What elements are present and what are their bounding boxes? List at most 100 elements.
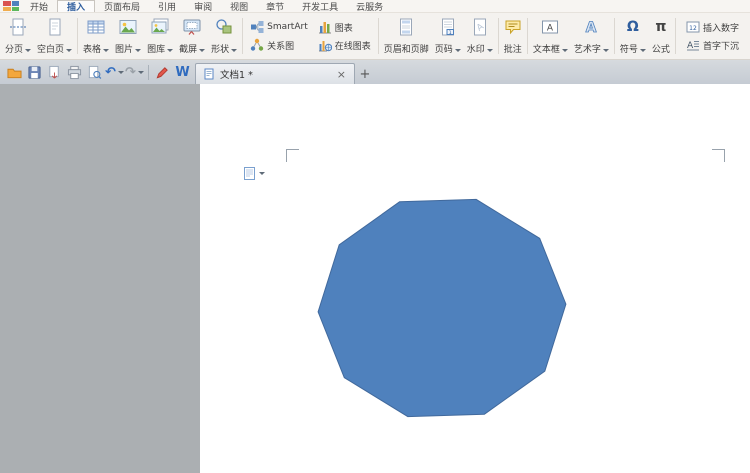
print-button[interactable] [65, 63, 84, 82]
svg-text:A: A [547, 24, 554, 34]
margin-corner-right [712, 149, 725, 162]
svg-text:A: A [586, 20, 597, 36]
app-icon[interactable] [3, 1, 19, 11]
picture-icon [119, 18, 137, 36]
tab-page-layout[interactable]: 页面布局 [95, 0, 149, 12]
tab-view[interactable]: 视图 [221, 0, 257, 12]
document-tab[interactable]: 文档1 * × [195, 63, 355, 84]
dropdown-caret [562, 49, 568, 52]
table-icon [87, 18, 105, 36]
button-label: 插入数字 [703, 21, 739, 34]
online-chart-icon [318, 38, 332, 52]
page-object-icon[interactable] [244, 167, 265, 180]
dropdown-caret [640, 49, 646, 52]
gallery-icon [151, 18, 169, 36]
tab-developer[interactable]: 开发工具 [293, 0, 347, 12]
dropdown-caret [138, 71, 144, 74]
menu-bar: 开始 插入 页面布局 引用 审阅 视图 章节 开发工具 云服务 [0, 0, 750, 13]
dropdown-caret [135, 49, 141, 52]
watermark-icon: A [471, 18, 489, 36]
close-tab-button[interactable]: × [336, 69, 347, 80]
smartart-button[interactable]: SmartArt [247, 19, 311, 35]
tab-insert[interactable]: 插入 [57, 0, 95, 12]
page-number-button[interactable]: 1 页码 [432, 14, 464, 58]
screenshot-button[interactable]: 截屏 [176, 14, 208, 58]
page-break-button[interactable]: 分页 [2, 14, 34, 58]
folder-icon [7, 65, 22, 80]
dropdown-caret [603, 49, 609, 52]
button-label: 水印 [467, 46, 485, 55]
new-tab-button[interactable]: + [355, 64, 375, 84]
button-label: 表格 [83, 46, 101, 55]
symbol-button[interactable]: Ω 符号 [617, 14, 649, 58]
screenshot-icon [183, 18, 201, 36]
tab-label: 开发工具 [302, 0, 338, 13]
tab-label: 引用 [158, 0, 176, 13]
tab-label: 视图 [230, 0, 248, 13]
watermark-button[interactable]: A 水印 [464, 14, 496, 58]
gallery-button[interactable]: 图库 [144, 14, 176, 58]
button-label: 在线图表 [335, 39, 371, 52]
export-button[interactable] [45, 63, 64, 82]
blank-page-icon [46, 18, 64, 36]
header-footer-button[interactable]: 页眉和页脚 [381, 14, 432, 58]
button-label: 关系图 [267, 39, 294, 52]
blank-page-button[interactable]: 空白页 [34, 14, 75, 58]
button-label: 批注 [504, 46, 522, 55]
export-icon [47, 65, 62, 80]
inserted-shape-polygon [318, 199, 566, 416]
drop-cap-icon: A [686, 38, 700, 52]
document-page[interactable] [200, 84, 750, 473]
ribbon-separator [378, 18, 379, 54]
document-canvas[interactable] [0, 84, 750, 473]
text-box-button[interactable]: A 文本框 [530, 14, 571, 58]
button-label: 文本框 [533, 46, 560, 55]
save-icon [27, 65, 42, 80]
chart-button[interactable]: 图表 [315, 19, 374, 35]
online-chart-button[interactable]: 在线图表 [315, 37, 374, 53]
ribbon-separator [242, 18, 243, 54]
button-label: 图片 [115, 46, 133, 55]
drop-cap-button[interactable]: A 首字下沉 [683, 37, 742, 53]
picture-button[interactable]: 图片 [112, 14, 144, 58]
tab-section[interactable]: 章节 [257, 0, 293, 12]
page-number-icon: 1 [439, 18, 457, 36]
insert-number-button[interactable]: 12 插入数字 [683, 19, 742, 35]
print-preview-icon [87, 65, 102, 80]
diagram-button[interactable]: 关系图 [247, 37, 311, 53]
wordart-button[interactable]: A 艺术字 [571, 14, 612, 58]
shapes-icon [215, 18, 233, 36]
comment-button[interactable]: 批注 [501, 14, 525, 58]
tab-label: 云服务 [356, 0, 383, 13]
formula-button[interactable]: π 公式 [649, 14, 673, 58]
dropdown-caret [118, 71, 124, 74]
tab-home[interactable]: 开始 [21, 0, 57, 12]
document-tab-title: 文档1 * [220, 67, 331, 81]
dropdown-caret [167, 49, 173, 52]
ribbon-separator [77, 18, 78, 54]
dropdown-caret [103, 49, 109, 52]
button-label: 形状 [211, 46, 229, 55]
tab-label: 开始 [30, 0, 48, 13]
page-break-icon [9, 18, 27, 36]
omega-symbol-icon: Ω [627, 18, 639, 36]
dropdown-caret [66, 49, 72, 52]
redo-button[interactable]: ↷ [125, 63, 144, 82]
wps-writer-button[interactable]: W [173, 63, 192, 82]
undo-button[interactable]: ↶ [105, 63, 124, 82]
tab-cloud[interactable]: 云服务 [347, 0, 392, 12]
table-button[interactable]: 表格 [80, 14, 112, 58]
tab-references[interactable]: 引用 [149, 0, 185, 12]
print-preview-button[interactable] [85, 63, 104, 82]
wordart-icon: A [582, 18, 600, 36]
save-button[interactable] [25, 63, 44, 82]
signature-pen-button[interactable] [153, 63, 172, 82]
comment-icon [504, 18, 522, 36]
redo-icon: ↷ [125, 66, 136, 79]
tab-review[interactable]: 审阅 [185, 0, 221, 12]
button-label: 图库 [147, 46, 165, 55]
button-label: 图表 [335, 21, 353, 34]
shapes-button[interactable]: 形状 [208, 14, 240, 58]
open-file-button[interactable] [5, 63, 24, 82]
inserted-shape[interactable] [316, 193, 568, 423]
